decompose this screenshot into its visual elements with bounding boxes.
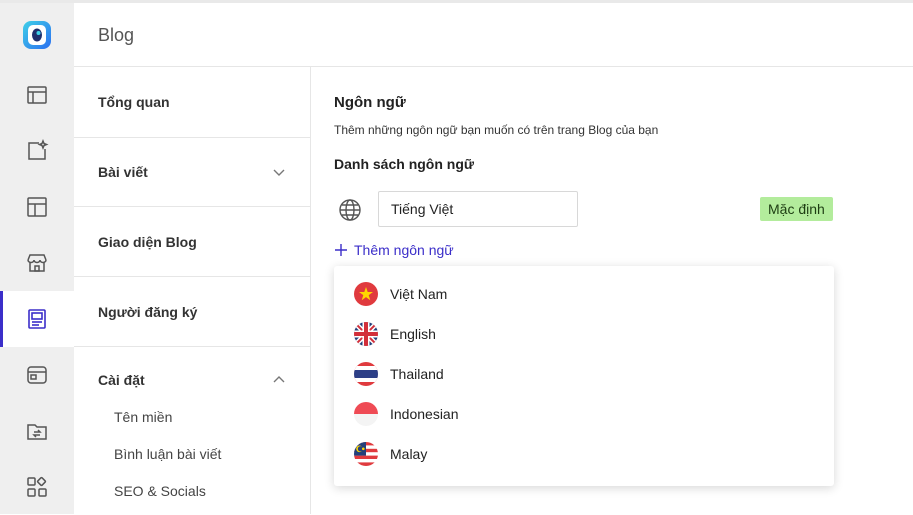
rail-layout-icon[interactable] bbox=[0, 179, 74, 235]
rail-ai-post-icon[interactable] bbox=[0, 123, 74, 179]
rail-browser-icon[interactable] bbox=[0, 347, 74, 403]
globe-icon bbox=[339, 199, 361, 221]
nav-item-overview[interactable]: Tổng quan bbox=[74, 67, 310, 138]
nav-item-subscribers[interactable]: Người đăng ký bbox=[74, 277, 310, 347]
chevron-up-icon bbox=[273, 376, 285, 383]
plus-icon bbox=[335, 244, 347, 256]
language-option-thailand[interactable]: Thailand bbox=[334, 354, 834, 394]
nav-item-label: Bài viết bbox=[98, 164, 148, 180]
rail-blog-icon[interactable] bbox=[0, 291, 74, 347]
indonesia-flag-icon bbox=[354, 402, 378, 426]
malaysia-flag-icon bbox=[354, 442, 378, 466]
add-language-label: Thêm ngôn ngữ bbox=[354, 242, 454, 258]
nav-item-label: Tổng quan bbox=[98, 94, 170, 110]
language-dropdown: Việt Nam English Thailand Indonesian Mal… bbox=[334, 266, 834, 486]
settings-sub-comments[interactable]: Bình luận bài viết bbox=[114, 446, 221, 462]
language-option-vietnam[interactable]: Việt Nam bbox=[334, 274, 834, 314]
language-field[interactable]: Tiếng Việt bbox=[378, 191, 578, 227]
section-title: Ngôn ngữ bbox=[334, 94, 406, 111]
vietnam-flag-icon bbox=[354, 282, 378, 306]
blog-sub-navigation: Tổng quan Bài viết Giao diện Blog Người … bbox=[74, 67, 311, 514]
app-logo-icon[interactable] bbox=[21, 19, 53, 51]
icon-rail bbox=[0, 0, 74, 514]
uk-flag-icon bbox=[354, 322, 378, 346]
add-language-button[interactable]: Thêm ngôn ngữ bbox=[334, 242, 454, 258]
settings-sub-seo[interactable]: SEO & Socials bbox=[114, 483, 206, 499]
rail-folder-sync-icon[interactable] bbox=[0, 403, 74, 459]
page-title: Blog bbox=[98, 25, 135, 45]
language-option-english[interactable]: English bbox=[334, 314, 834, 354]
nav-item-label: Người đăng ký bbox=[98, 303, 198, 320]
nav-item-blog-theme[interactable]: Giao diện Blog bbox=[74, 207, 310, 277]
language-list-title: Danh sách ngôn ngữ bbox=[334, 156, 475, 172]
language-option-indonesian[interactable]: Indonesian bbox=[334, 394, 834, 434]
chevron-down-icon bbox=[273, 169, 285, 176]
rail-apps-icon[interactable] bbox=[0, 459, 74, 515]
rail-store-icon[interactable] bbox=[0, 235, 74, 291]
language-option-malay[interactable]: Malay bbox=[334, 434, 834, 474]
section-description: Thêm những ngôn ngữ bạn muốn có trên tra… bbox=[334, 123, 659, 137]
option-label: Malay bbox=[390, 446, 428, 462]
rail-dashboard-icon[interactable] bbox=[0, 67, 74, 123]
default-badge: Mặc định bbox=[760, 197, 833, 221]
nav-item-posts[interactable]: Bài viết bbox=[74, 138, 310, 207]
nav-item-label: Giao diện Blog bbox=[98, 233, 197, 250]
option-label: Indonesian bbox=[390, 406, 459, 422]
nav-item-settings[interactable]: Cài đặt bbox=[74, 347, 310, 413]
thailand-flag-icon bbox=[354, 362, 378, 386]
option-label: Việt Nam bbox=[390, 286, 448, 302]
nav-item-label: Cài đặt bbox=[98, 372, 145, 388]
top-bar: Blog bbox=[0, 0, 913, 67]
option-label: Thailand bbox=[390, 366, 444, 382]
settings-sub-domain[interactable]: Tên miền bbox=[114, 409, 172, 425]
option-label: English bbox=[390, 326, 436, 342]
